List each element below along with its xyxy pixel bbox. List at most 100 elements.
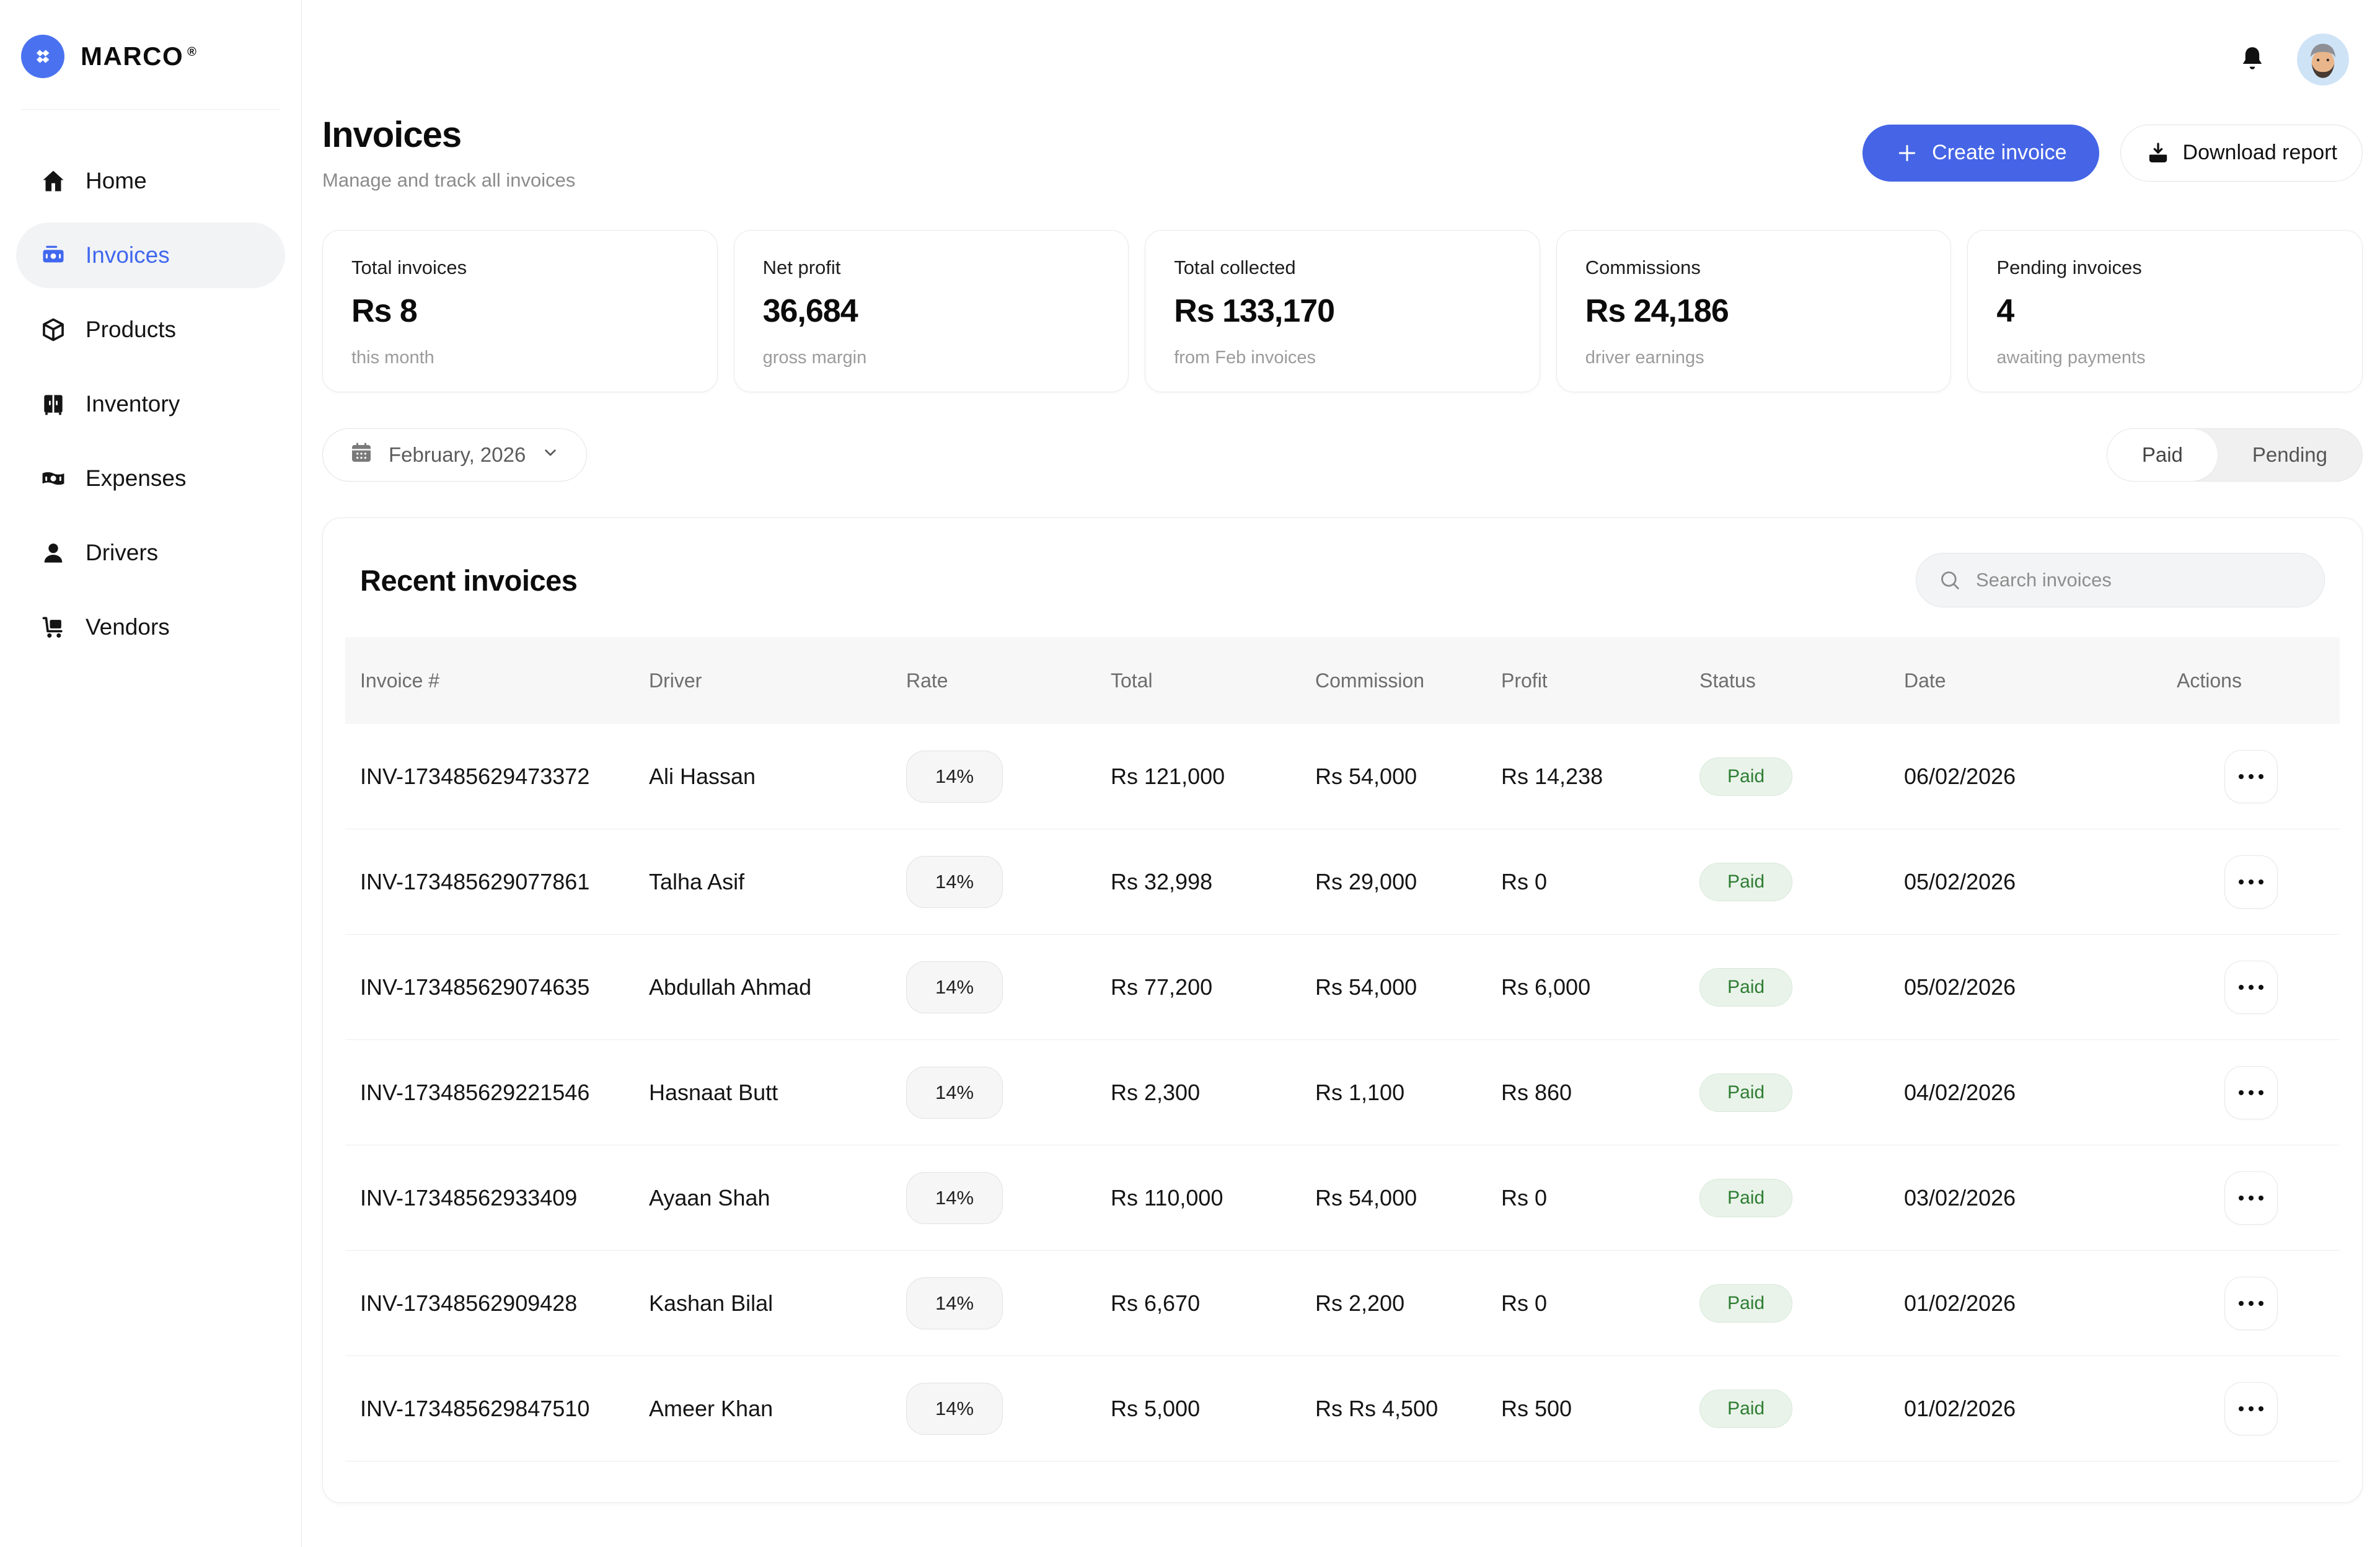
cell-date: 04/02/2026 (1904, 1080, 2177, 1106)
stat-card-label: Total invoices (351, 257, 689, 279)
search-input[interactable] (1976, 569, 2303, 591)
user-avatar[interactable] (2297, 33, 2349, 86)
cell-commission: Rs 29,000 (1315, 869, 1501, 895)
sidebar-item-label: Products (86, 317, 176, 343)
cell-total: Rs 32,998 (1111, 869, 1315, 895)
notifications-bell-icon[interactable] (2236, 42, 2268, 77)
table-header-row: Invoice # Driver Rate Total Commission P… (345, 637, 2340, 724)
ellipsis-icon (2239, 1196, 2244, 1201)
cell-profit: Rs 14,238 (1501, 764, 1699, 790)
rate-chip: 14% (906, 1172, 1003, 1224)
cell-driver: Talha Asif (649, 869, 906, 895)
stat-card-value: Rs 24,186 (1585, 293, 1923, 330)
page-title: Invoices (322, 114, 575, 156)
cell-driver: Ali Hassan (649, 764, 906, 790)
stat-card: Total collected Rs 133,170 from Feb invo… (1145, 230, 1540, 392)
row-actions-button[interactable] (2224, 961, 2278, 1014)
cell-invoice-no: INV-173485629847510 (360, 1396, 649, 1422)
cell-date: 03/02/2026 (1904, 1185, 2177, 1211)
table-row: INV-173485629077861 Talha Asif 14% Rs 32… (345, 829, 2340, 935)
table-row: INV-17348562933409 Ayaan Shah 14% Rs 110… (345, 1145, 2340, 1251)
cell-date: 05/02/2026 (1904, 869, 2177, 895)
row-actions-button[interactable] (2224, 855, 2278, 909)
cabinet-icon (40, 390, 67, 418)
main-content: Invoices Manage and track all invoices C… (302, 0, 2380, 1547)
sidebar-item-vendors[interactable]: Vendors (16, 594, 285, 660)
cell-driver: Abdullah Ahmad (649, 974, 906, 1000)
cell-driver: Hasnaat Butt (649, 1080, 906, 1106)
sidebar-item-label: Invoices (86, 242, 170, 268)
toggle-option-paid[interactable]: Paid (2107, 429, 2218, 481)
cell-total: Rs 77,200 (1111, 974, 1315, 1000)
brand-name: MARCO® (81, 42, 197, 71)
filter-row: February, 2026 Paid Pending (322, 428, 2363, 482)
cell-commission: Rs 54,000 (1315, 1185, 1501, 1211)
row-actions-button[interactable] (2224, 750, 2278, 803)
sidebar-item-products[interactable]: Products (16, 297, 285, 363)
status-badge: Paid (1699, 1284, 1792, 1323)
cell-total: Rs 2,300 (1111, 1080, 1315, 1106)
stat-card-value: 36,684 (763, 293, 1100, 330)
cell-total: Rs 121,000 (1111, 764, 1315, 790)
search-box (1916, 553, 2325, 607)
ellipsis-icon (2239, 985, 2244, 990)
stat-card: Total invoices Rs 8 this month (322, 230, 718, 392)
stat-card: Net profit 36,684 gross margin (734, 230, 1129, 392)
page-header: Invoices Manage and track all invoices C… (322, 114, 2363, 192)
calendar-icon (349, 440, 374, 470)
stat-card-note: driver earnings (1585, 348, 1923, 368)
ellipsis-icon (2239, 879, 2244, 884)
ellipsis-icon (2239, 1301, 2244, 1306)
create-invoice-button[interactable]: Create invoice (1862, 125, 2099, 182)
status-badge: Paid (1699, 1073, 1792, 1112)
sidebar-item-invoices[interactable]: Invoices (16, 223, 285, 288)
cell-profit: Rs 860 (1501, 1080, 1699, 1106)
cell-commission: Rs 2,200 (1315, 1290, 1501, 1316)
download-report-button[interactable]: Download report (2120, 125, 2363, 182)
row-actions-button[interactable] (2224, 1171, 2278, 1225)
sidebar-item-inventory[interactable]: Inventory (16, 371, 285, 437)
row-actions-button[interactable] (2224, 1066, 2278, 1119)
panel-title: Recent invoices (360, 563, 577, 597)
cell-total: Rs 6,670 (1111, 1290, 1315, 1316)
row-actions-button[interactable] (2224, 1382, 2278, 1435)
cell-invoice-no: INV-17348562909428 (360, 1290, 649, 1316)
cell-total: Rs 110,000 (1111, 1185, 1315, 1211)
sidebar-item-label: Expenses (86, 465, 187, 491)
cell-profit: Rs 6,000 (1501, 974, 1699, 1000)
stat-card: Pending invoices 4 awaiting payments (1967, 230, 2363, 392)
stat-card-label: Pending invoices (1996, 257, 2334, 279)
rate-chip: 14% (906, 1383, 1003, 1435)
column-header: Profit (1501, 669, 1699, 692)
ellipsis-icon (2239, 774, 2244, 779)
stat-card-note: from Feb invoices (1174, 348, 1511, 368)
table-row: INV-173485629074635 Abdullah Ahmad 14% R… (345, 935, 2340, 1040)
sidebar-item-expenses[interactable]: Expenses (16, 446, 285, 511)
recent-invoices-panel: Recent invoices Invoice # Driver Rate To… (322, 518, 2363, 1503)
stat-card-label: Total collected (1174, 257, 1511, 279)
status-badge: Paid (1699, 863, 1792, 901)
rate-chip: 14% (906, 856, 1003, 908)
stat-card-value: Rs 133,170 (1174, 293, 1511, 330)
toggle-option-pending[interactable]: Pending (2218, 429, 2362, 481)
stat-card-note: gross margin (763, 348, 1100, 368)
column-header: Status (1699, 669, 1904, 692)
sidebar-nav: Home Invoices Products (0, 110, 301, 699)
invoice-icon (40, 242, 67, 269)
table-row: INV-173485629847510 Ameer Khan 14% Rs 5,… (345, 1356, 2340, 1461)
cell-total: Rs 5,000 (1111, 1396, 1315, 1422)
column-header: Invoice # (360, 669, 649, 692)
table-row: INV-173485629221546 Hasnaat Butt 14% Rs … (345, 1040, 2340, 1145)
cell-date: 01/02/2026 (1904, 1396, 2177, 1422)
cell-invoice-no: INV-173485629074635 (360, 974, 649, 1000)
cell-profit: Rs 0 (1501, 869, 1699, 895)
cell-invoice-no: INV-17348562933409 (360, 1185, 649, 1211)
sidebar: MARCO® Home Invoices (0, 0, 302, 1547)
sidebar-item-label: Home (86, 168, 147, 194)
sidebar-item-label: Drivers (86, 540, 158, 566)
sidebar-item-drivers[interactable]: Drivers (16, 520, 285, 586)
brand-logo-icon (21, 35, 64, 78)
month-filter-dropdown[interactable]: February, 2026 (322, 428, 587, 482)
row-actions-button[interactable] (2224, 1277, 2278, 1330)
sidebar-item-home[interactable]: Home (16, 148, 285, 214)
